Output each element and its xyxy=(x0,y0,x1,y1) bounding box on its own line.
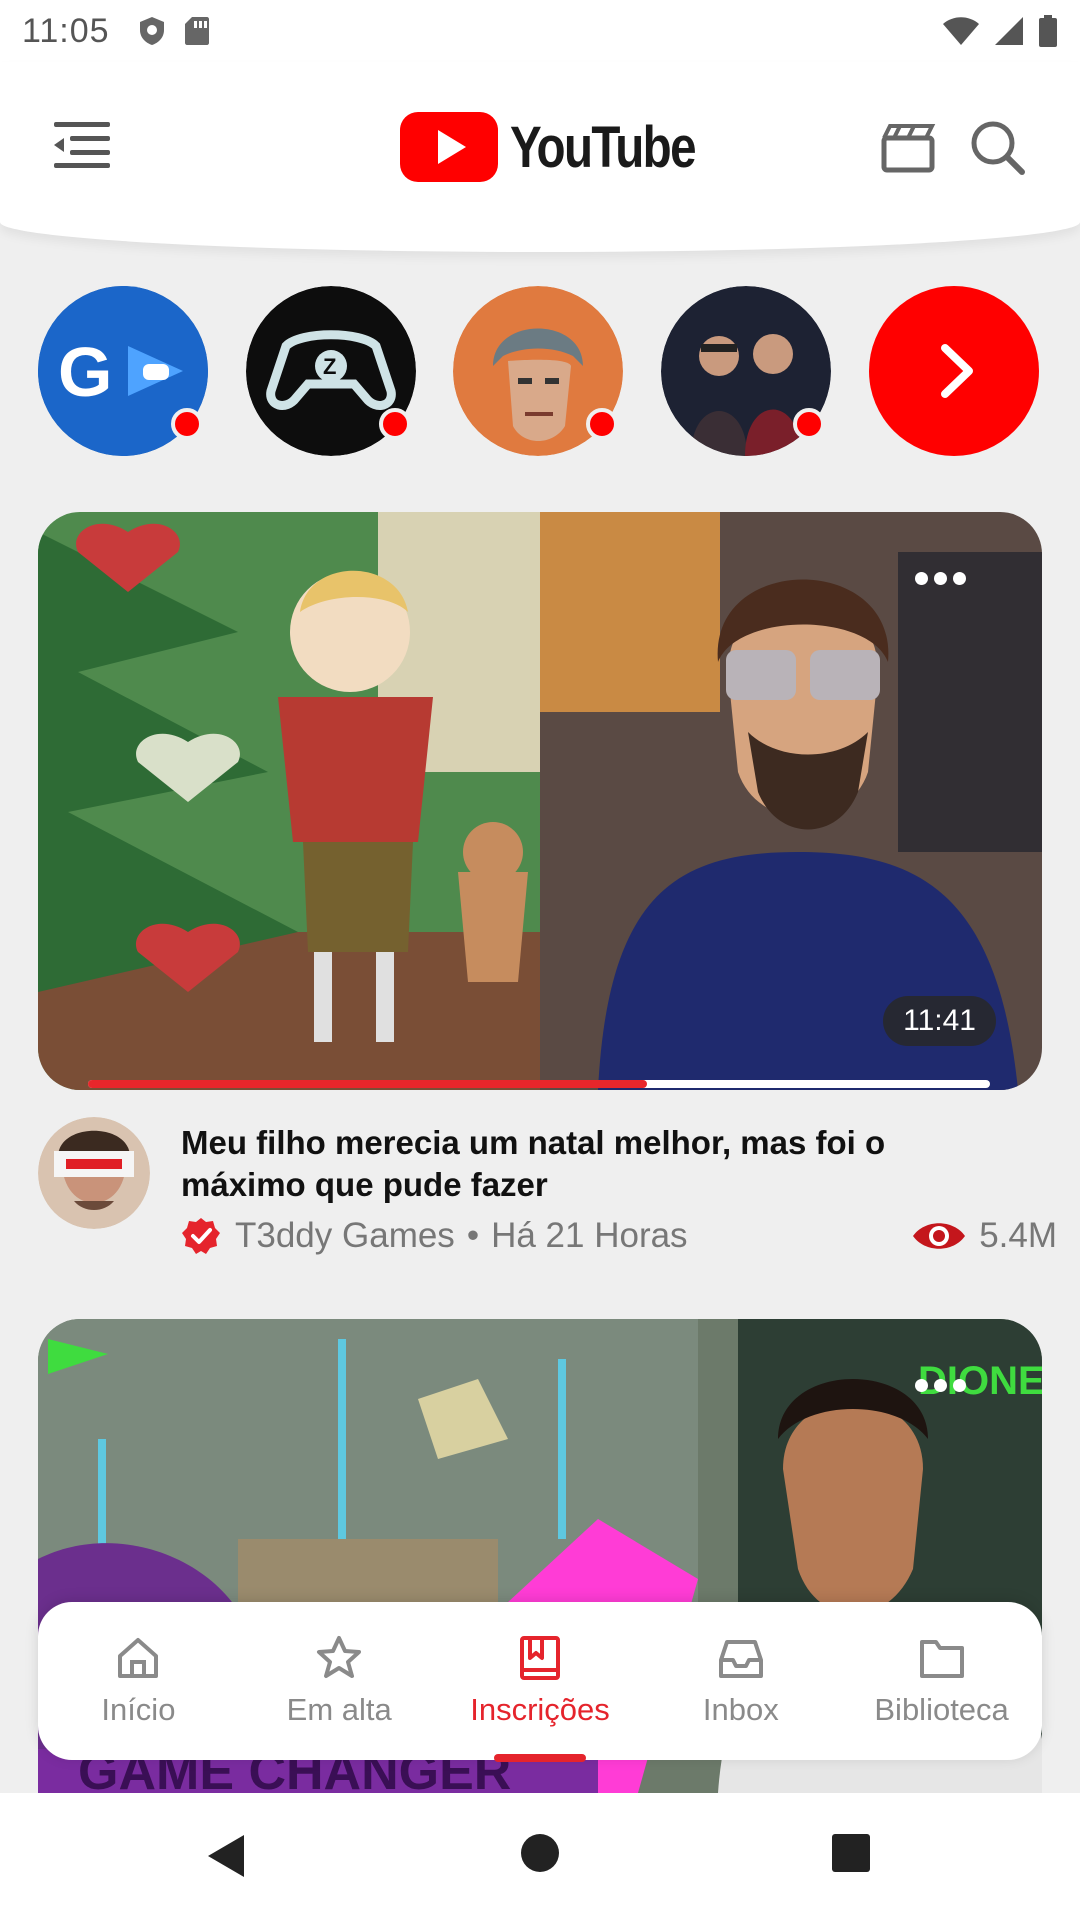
home-circle-icon[interactable] xyxy=(520,1833,560,1873)
svg-text:Z: Z xyxy=(323,354,336,379)
nav-label: Início xyxy=(101,1692,176,1727)
logo-text: YouTube xyxy=(510,114,697,180)
nav-inicio[interactable]: Início xyxy=(38,1602,239,1760)
video-byline: T3ddy Games • Há 21 Horas 5.4M xyxy=(181,1216,1057,1256)
channel-strip: G Z xyxy=(0,286,1080,458)
nav-em-alta[interactable]: Em alta xyxy=(239,1602,440,1760)
shield-icon xyxy=(139,17,164,45)
more-options-button[interactable] xyxy=(915,1379,966,1392)
bottom-navigation: Início Em alta Inscrições Inbox Bibliote… xyxy=(38,1602,1042,1762)
nav-label: Em alta xyxy=(286,1692,392,1727)
more-options-button[interactable] xyxy=(915,572,966,585)
app-header: YouTube xyxy=(0,62,1080,252)
signal-icon xyxy=(995,17,1023,45)
verified-badge-icon xyxy=(182,1218,220,1254)
folder-icon xyxy=(919,1640,964,1678)
nav-label: Inscrições xyxy=(470,1692,610,1727)
wifi-icon xyxy=(943,17,979,45)
chevron-right-icon xyxy=(941,344,973,398)
battery-icon xyxy=(1039,15,1057,47)
youtube-logo[interactable]: YouTube xyxy=(400,112,735,182)
clapperboard-icon[interactable] xyxy=(880,120,936,176)
nav-biblioteca[interactable]: Biblioteca xyxy=(841,1602,1042,1760)
channel-name[interactable]: T3ddy Games xyxy=(235,1216,455,1256)
channel-avatar[interactable] xyxy=(38,1117,150,1229)
video-thumbnail[interactable]: 11:41 xyxy=(38,512,1042,1090)
view-count-text: 5.4M xyxy=(979,1216,1057,1255)
live-dot xyxy=(793,408,825,440)
play-logo-icon xyxy=(400,112,498,182)
back-icon[interactable] xyxy=(206,1833,246,1879)
eye-icon xyxy=(913,1223,966,1249)
video-duration: 11:41 xyxy=(883,996,996,1046)
live-dot xyxy=(171,408,203,440)
video-title[interactable]: Meu filho merecia um natal melhor, mas f… xyxy=(181,1122,971,1206)
watch-progress-fill xyxy=(88,1080,648,1088)
home-icon xyxy=(118,1638,159,1678)
active-tab-indicator xyxy=(493,1754,586,1762)
subscriptions-icon xyxy=(519,1636,560,1680)
search-icon[interactable] xyxy=(968,118,1026,176)
menu-icon[interactable] xyxy=(52,120,112,170)
sd-card-icon xyxy=(184,17,209,45)
avatar-image xyxy=(38,1117,150,1229)
svg-text:G: G xyxy=(58,333,112,411)
inbox-icon xyxy=(718,1640,763,1678)
status-bar: 11:05 xyxy=(0,0,1080,62)
see-more-channels-button[interactable] xyxy=(869,286,1039,456)
live-dot xyxy=(379,408,411,440)
byline-separator: • xyxy=(466,1216,480,1255)
nav-inscricoes[interactable]: Inscrições xyxy=(440,1602,641,1762)
nav-inbox[interactable]: Inbox xyxy=(640,1602,841,1760)
recents-icon[interactable] xyxy=(831,1833,871,1873)
star-icon xyxy=(317,1636,362,1678)
video-age: Há 21 Horas xyxy=(491,1216,688,1255)
system-navigation-bar xyxy=(0,1793,1080,1920)
view-count: 5.4M xyxy=(911,1216,1057,1256)
video-meta: Meu filho merecia um natal melhor, mas f… xyxy=(38,1112,1057,1262)
nav-label: Biblioteca xyxy=(874,1692,1009,1727)
watch-progress-bar xyxy=(88,1080,990,1088)
status-time: 11:05 xyxy=(22,11,110,50)
live-dot xyxy=(586,408,618,440)
nav-label: Inbox xyxy=(702,1692,779,1727)
